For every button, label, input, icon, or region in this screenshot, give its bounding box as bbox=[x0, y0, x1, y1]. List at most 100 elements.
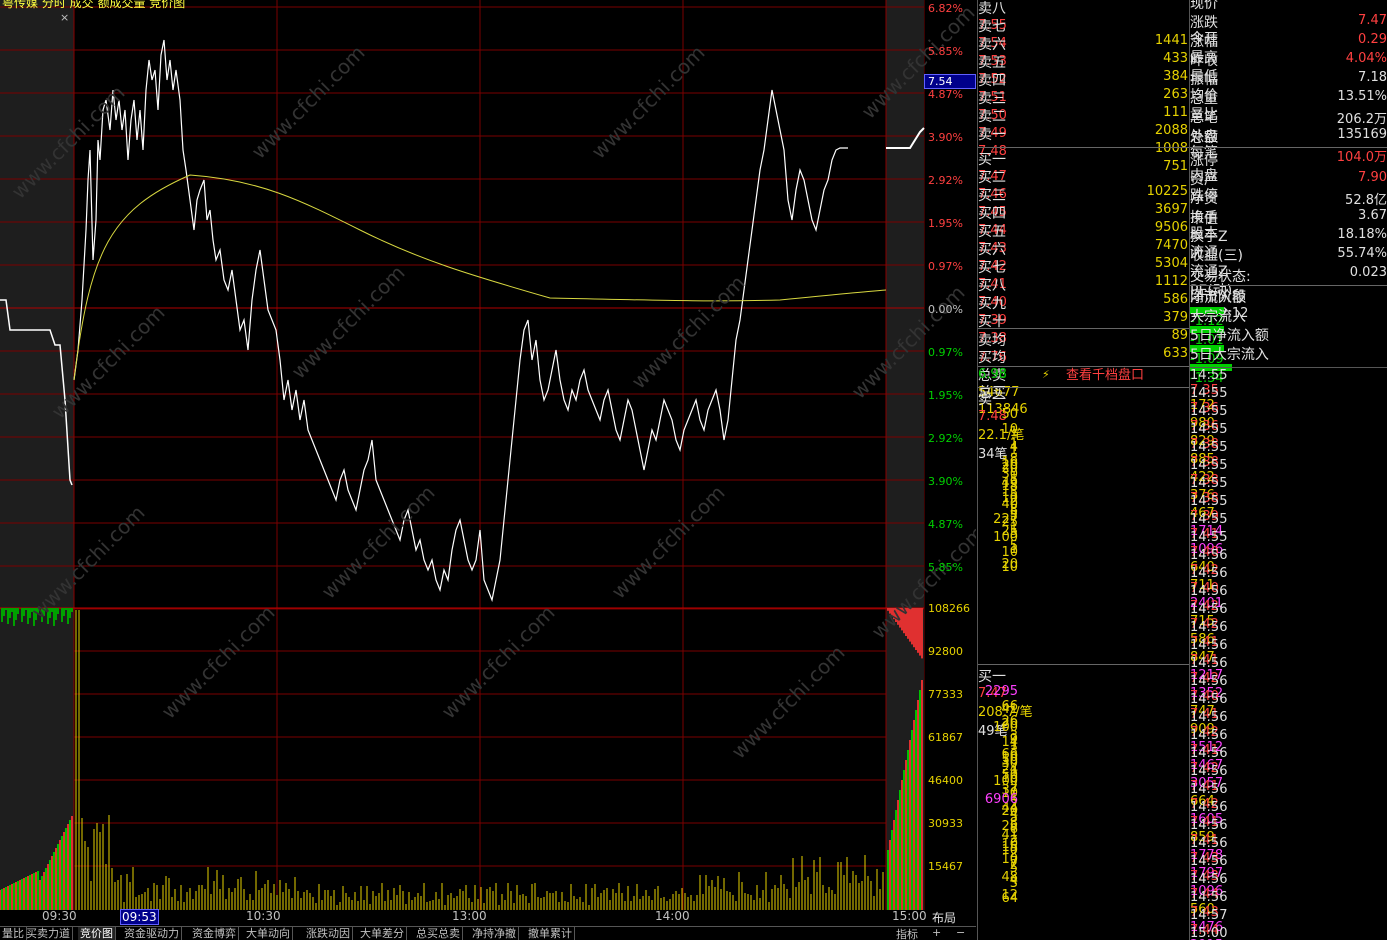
tab-0[interactable]: 量比 bbox=[0, 927, 27, 940]
watermark-text: www.cfchi.com bbox=[437, 601, 560, 724]
quote-row: 总笔 135169 每笔 bbox=[1190, 107, 1387, 161]
tab-7[interactable]: 大单差分 bbox=[358, 927, 407, 940]
bid-row[interactable]: 买九 7.39 89 bbox=[978, 293, 1188, 343]
tab-2[interactable]: 竞价图 bbox=[78, 927, 116, 940]
queue-cell: 100 bbox=[993, 720, 1018, 735]
tab-4[interactable]: 资金博弈 bbox=[190, 927, 239, 940]
tick-row: 14:55 7.39 1714 bbox=[1190, 494, 1387, 539]
tick-row: 14:577.442915 bbox=[1190, 908, 1387, 940]
close-icon[interactable]: × bbox=[60, 11, 69, 24]
queue-cell: 1 bbox=[1009, 738, 1018, 753]
queue-row: 1 50 50 37 2 bbox=[978, 738, 1188, 813]
tick-time: 14:56 bbox=[1190, 818, 1228, 833]
tick-time: 14:55 bbox=[1190, 440, 1228, 455]
ask-row[interactable]: 卖二 7.49 1008 bbox=[978, 106, 1188, 156]
tick-row: 14:56 7.44 560 bbox=[1190, 872, 1387, 917]
queue-row: 41 20 9 66 24 bbox=[978, 702, 1188, 777]
time-axis: 09:30 09:53 10:30 13:00 14:00 15:00 bbox=[0, 909, 976, 925]
sell_avg-row: 卖均 7.76 总卖 54677 bbox=[978, 330, 1188, 400]
tick-time: 14:55 bbox=[1190, 512, 1228, 527]
ask-row[interactable]: 卖三 7.50 2088 bbox=[978, 88, 1188, 138]
price-axis-label: 4.87% bbox=[928, 518, 963, 531]
tick-time: 14:56 bbox=[1190, 674, 1228, 689]
queue-cell: 1 bbox=[1009, 425, 1018, 440]
ask-row[interactable]: 卖六 7.53 384 bbox=[978, 34, 1188, 84]
bid-row[interactable]: 买八 7.40 379 bbox=[978, 275, 1188, 325]
bid-row[interactable]: 买四 7.44 7470 bbox=[978, 203, 1188, 253]
book-divider bbox=[978, 387, 1189, 388]
tick-row: 14:56 7.43 1096 bbox=[1190, 854, 1387, 899]
queue-row: 2 5 3 64 bbox=[978, 846, 1188, 906]
bid-row[interactable]: 买十 7.38 633 bbox=[978, 311, 1188, 361]
flow-label: 5日净流入额 bbox=[1190, 328, 1269, 344]
quote-row: 现价 7.47 今开 bbox=[1190, 0, 1387, 47]
bid-label: 买五 bbox=[978, 224, 1006, 240]
bid-row[interactable]: 买六 7.42 1112 bbox=[978, 239, 1188, 289]
tab-1[interactable]: 买卖力道 bbox=[24, 927, 73, 940]
tick-row: 14:56 7.41 1467 bbox=[1190, 728, 1387, 773]
queue-cell: 5 bbox=[1009, 861, 1018, 876]
tick-list[interactable]: 14:55 7.35 172 14:55 7.36 980 14:55 7.36 829 14:5… bbox=[1189, 367, 1387, 940]
tick-row: 14:55 7.36 829 bbox=[1190, 404, 1387, 449]
tick-time: 14:56 bbox=[1190, 692, 1228, 707]
queue-cell: 20 bbox=[1001, 461, 1018, 476]
quote-row: 涨停 7.90 跌停 bbox=[1190, 150, 1387, 204]
bid-label: 买八 bbox=[978, 278, 1006, 294]
volume-axis-label: 15467 bbox=[928, 860, 963, 873]
tick-row: 14:56 7.41 847 bbox=[1190, 620, 1387, 665]
ask-row[interactable]: 卖四 7.51 111 bbox=[978, 70, 1188, 120]
bid-row[interactable]: 买一 7.47 10225 bbox=[978, 149, 1188, 199]
tab-6[interactable]: 涨跌动因 bbox=[304, 927, 353, 940]
zoom-out-button[interactable]: − bbox=[956, 926, 965, 939]
queue-cell: 40 bbox=[1001, 497, 1018, 512]
bid-row[interactable]: 买七 7.41 586 bbox=[978, 257, 1188, 307]
tick-time: 14:56 bbox=[1190, 656, 1228, 671]
time-axis-label[interactable]: 09:53 bbox=[120, 909, 159, 925]
bid-row[interactable]: 买五 7.43 5304 bbox=[978, 221, 1188, 271]
ask-row[interactable]: 卖七 7.54 433 bbox=[978, 16, 1188, 66]
time-axis-label: 13:00 bbox=[452, 909, 487, 923]
ask-row[interactable]: 卖一 7.48 751 bbox=[978, 124, 1188, 174]
tab-8[interactable]: 总买总卖 bbox=[414, 927, 463, 940]
tab-9[interactable]: 净持净撤 bbox=[470, 927, 519, 940]
quote-label: 外盘 bbox=[1190, 129, 1218, 145]
bid-row[interactable]: 买二 7.46 3697 bbox=[978, 167, 1188, 217]
queue-cell: 10 bbox=[1001, 560, 1018, 575]
ask-label: 卖二 bbox=[978, 109, 1006, 125]
tick-row: 14:55 7.40 640 bbox=[1190, 530, 1387, 575]
queue-row: 1 20 5 5 8 bbox=[978, 443, 1188, 518]
quote-divider bbox=[1190, 285, 1387, 286]
quote-row: 昨收 7.18 均价 bbox=[1190, 50, 1387, 104]
queue-row: 41 10 2 4 12 bbox=[978, 828, 1188, 903]
tab-3[interactable]: 资金驱动力 bbox=[122, 927, 182, 940]
bid-row[interactable]: 买三 7.45 9506 bbox=[978, 185, 1188, 235]
queue-cell: 41 bbox=[1001, 828, 1018, 843]
intraday-chart[interactable]: × www.cfchi.com www.cfchi.com www.cfchi.com… bbox=[0, 0, 976, 926]
ask-label: 卖六 bbox=[978, 37, 1006, 53]
tick-time: 14:55 bbox=[1190, 530, 1228, 545]
time-axis-label: 09:30 bbox=[42, 909, 77, 923]
tick-row: 14:55 7.38 467 bbox=[1190, 476, 1387, 521]
quote-row: 振幅 13.51% 量比 bbox=[1190, 69, 1387, 123]
thousand-depth-link[interactable]: 查看千档盘口 bbox=[1066, 366, 1144, 386]
bid-label: 买七 bbox=[978, 260, 1006, 276]
queue-cell: 6906 bbox=[984, 792, 1018, 807]
quote-label: 换手 bbox=[1190, 210, 1218, 226]
quote-label: 涨幅 bbox=[1190, 34, 1218, 50]
tick-time: 14:55 bbox=[1190, 422, 1228, 437]
queue-row: 20 49 10 5 1 bbox=[978, 461, 1188, 536]
tab-5[interactable]: 大单动向 bbox=[244, 927, 293, 940]
quote-label: 涨跌 bbox=[1190, 15, 1218, 31]
layout-button[interactable]: 布局 bbox=[932, 909, 956, 926]
indicator-button[interactable]: 指标 bbox=[896, 926, 918, 940]
ask-row[interactable]: 卖五 7.52 263 bbox=[978, 52, 1188, 102]
ask-row[interactable]: 卖八 7.55 1441 bbox=[978, 0, 1188, 48]
zoom-in-button[interactable]: + bbox=[932, 926, 941, 939]
quote-row: 收益(三) 0.023 PE(动) bbox=[1190, 245, 1387, 299]
quote-divider bbox=[1190, 147, 1387, 148]
tick-time: 14:56 bbox=[1190, 620, 1228, 635]
tick-row: 14:56 7.42 1605 bbox=[1190, 782, 1387, 827]
tab-10[interactable]: 撤单累计 bbox=[526, 927, 575, 940]
quote-row: 外盘 104.0万 内盘 bbox=[1190, 126, 1387, 184]
price-axis-label: 6.82% bbox=[928, 2, 963, 15]
